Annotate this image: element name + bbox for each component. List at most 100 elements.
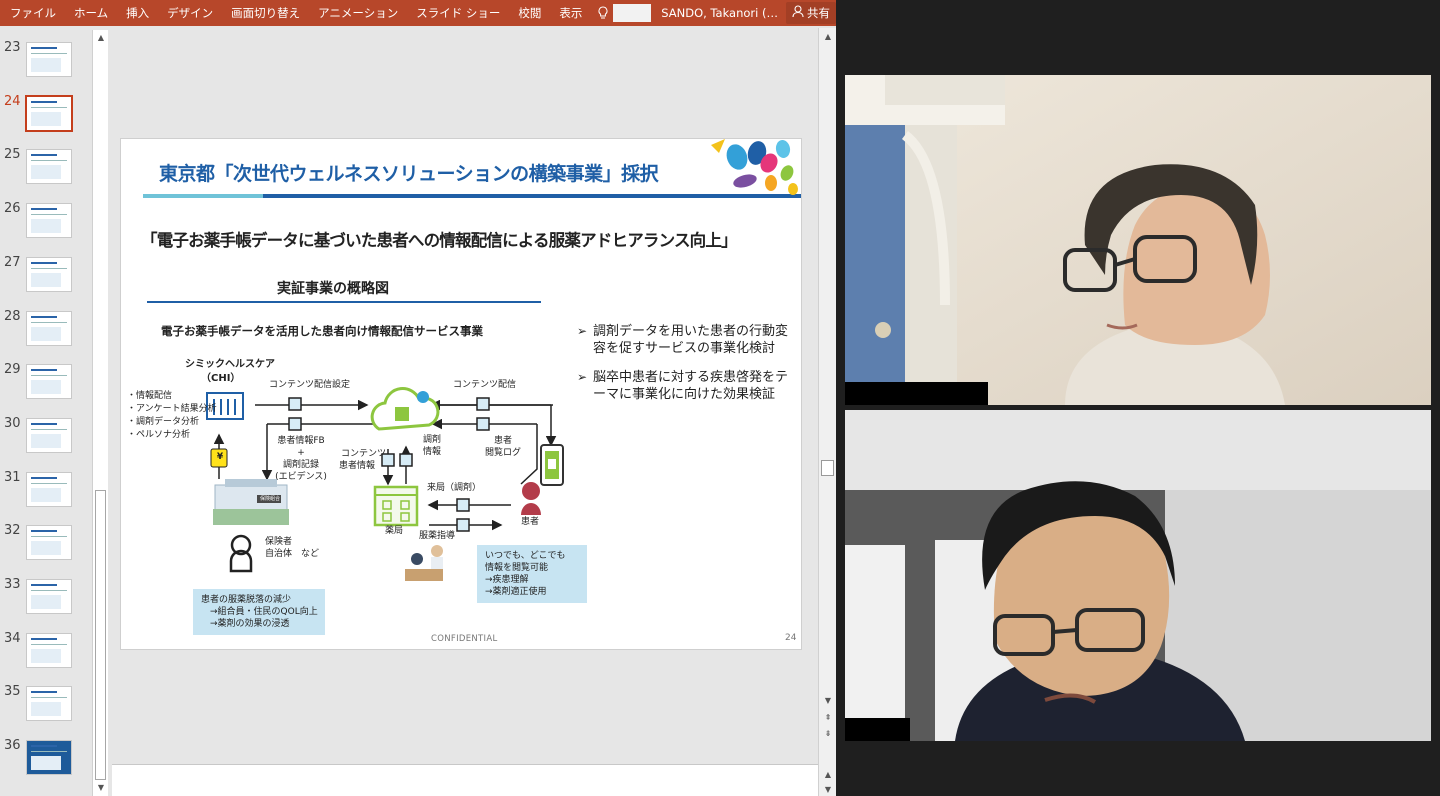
thumbnail-content-block (31, 745, 57, 748)
dispensing-label: 調剤 (423, 435, 442, 445)
share-button[interactable]: 共有 (786, 2, 836, 24)
thumbnail-content-block (31, 433, 61, 448)
slide-thumbnail-26[interactable]: 26 (0, 201, 92, 241)
tab-home[interactable]: ホーム (65, 5, 117, 21)
thumbnail-content-block (31, 321, 67, 323)
slide-thumbnail-preview[interactable] (26, 364, 72, 400)
slide-thumbnail-preview[interactable] (26, 149, 72, 185)
thumbnail-content-block (31, 476, 57, 479)
editor-scroll-handle[interactable] (821, 460, 834, 476)
participant-video-top[interactable] (845, 75, 1431, 405)
previous-slide-icon[interactable]: ⇞ (821, 712, 835, 724)
next-slide-icon[interactable]: ⇟ (821, 728, 835, 740)
person-icon (229, 534, 253, 573)
content-setting-label: コンテンツ配信設定 (269, 380, 351, 390)
slide-thumbnail-preview[interactable] (26, 471, 72, 507)
participant-top-feed (845, 75, 1431, 405)
participant-video-bottom[interactable] (845, 410, 1431, 741)
tell-me-search-box[interactable] (613, 4, 652, 22)
tab-transitions[interactable]: 画面切り替え (222, 5, 309, 21)
thumbnail-content-block (31, 691, 57, 694)
slide-thumbnail-preview[interactable] (26, 740, 72, 776)
slide-thumbnail-36[interactable]: 36 (0, 738, 92, 778)
data-packet-icon (476, 417, 490, 431)
tab-design[interactable]: デザイン (158, 5, 222, 21)
thumbnail-scroll-handle[interactable] (95, 490, 106, 780)
scroll-up-arrow-icon[interactable]: ▲ (821, 769, 835, 781)
patient-info-label: 患者情報 (339, 461, 376, 471)
slide-thumbnail-number: 26 (4, 201, 21, 217)
tab-view[interactable]: 表示 (550, 5, 591, 21)
slide-thumbnail-33[interactable]: 33 (0, 577, 92, 617)
slide-thumbnail-number: 25 (4, 147, 21, 163)
slide-thumbnail-23[interactable]: 23 (0, 40, 92, 80)
slide-thumbnail-29[interactable]: 29 (0, 362, 92, 402)
slide-thumbnail-preview[interactable] (26, 686, 72, 722)
participant-name-bar (845, 382, 988, 405)
scroll-down-arrow-icon[interactable]: ▼ (821, 784, 835, 796)
slide-thumbnail-preview[interactable] (26, 579, 72, 614)
slide-thumbnail-preview[interactable] (25, 94, 73, 132)
view-log-label: 閲覧ログ (484, 448, 521, 458)
thumbnail-content-block (31, 47, 57, 49)
thumbnail-content-block (31, 369, 57, 372)
tab-review[interactable]: 校閲 (509, 5, 550, 21)
ribbon-tab-bar: ファイル ホーム 挿入 デザイン 画面切り替え アニメーション スライド ショー… (0, 0, 836, 26)
patient-pin-icon (521, 482, 541, 515)
scroll-up-arrow-icon[interactable]: ▲ (94, 32, 108, 44)
thumbnail-scrollbar[interactable]: ▲ ▼ (92, 30, 108, 796)
data-packet-icon (456, 498, 470, 512)
scroll-up-arrow-icon[interactable]: ▲ (821, 31, 835, 43)
tab-file[interactable]: ファイル (0, 5, 65, 21)
thumbnail-content-block (31, 53, 67, 54)
thumbnail-content-block (31, 267, 67, 269)
thumbnail-content-block (31, 637, 57, 640)
content-delivery-label: コンテンツ配信 (453, 380, 517, 390)
slide-thumbnail-preview[interactable] (26, 525, 72, 561)
slide-thumbnail-preview[interactable] (26, 203, 72, 239)
slide-thumbnail-32[interactable]: 32 (0, 523, 92, 563)
thumbnail-content-block (31, 315, 57, 318)
current-slide[interactable]: 東京都「次世代ウェルネスソリューションの構築事業」採択 「電子お薬手帳データに基… (120, 138, 802, 650)
slide-thumbnail-preview[interactable] (26, 42, 72, 77)
slide-thumbnail-30[interactable]: 30 (0, 416, 92, 456)
scroll-down-arrow-icon[interactable]: ▼ (821, 695, 835, 707)
tab-animations[interactable]: アニメーション (309, 5, 407, 21)
thumbnail-content-block (31, 530, 57, 533)
pharmacist-consultation-illustration (405, 545, 443, 581)
lightbulb-icon[interactable] (597, 6, 609, 20)
thumbnail-content-block (31, 590, 67, 591)
scroll-down-arrow-icon[interactable]: ▼ (94, 782, 108, 794)
tab-slideshow[interactable]: スライド ショー (407, 5, 509, 21)
thumbnail-content-block (31, 648, 61, 663)
insurer-label: 保険者 (265, 537, 293, 547)
thumbnail-content-block (31, 751, 67, 753)
slide-thumbnail-preview[interactable] (26, 632, 72, 668)
slide-thumbnail-27[interactable]: 27 (0, 255, 92, 295)
patient-fb-label: 患者情報FB (277, 436, 325, 446)
slide-thumbnail-preview[interactable] (26, 417, 72, 453)
tab-insert[interactable]: 挿入 (117, 5, 158, 21)
slide-thumbnail-31[interactable]: 31 (0, 470, 92, 510)
thumbnail-content-block (31, 536, 67, 538)
slide-thumbnail-preview[interactable] (26, 310, 72, 346)
slide-thumbnail-28[interactable]: 28 (0, 309, 92, 349)
share-label: 共有 (807, 6, 830, 20)
slide-thumbnail-24[interactable]: 24 (0, 94, 92, 134)
patient-caption: 患者 (521, 517, 540, 527)
slide-thumbnail-35[interactable]: 35 (0, 684, 92, 724)
notes-pane[interactable] (112, 764, 818, 796)
data-packet-icon (456, 518, 470, 532)
thumbnail-content-block (31, 261, 57, 264)
slide-thumbnail-number: 34 (4, 630, 21, 646)
slide-thumbnail-25[interactable]: 25 (0, 147, 92, 187)
account-name[interactable]: SANDO, Takanori (… (661, 6, 778, 20)
thumbnail-content-block (31, 111, 61, 126)
editor-scrollbar[interactable]: ▲ ▼ ⇞ ⇟ ▲ ▼ (818, 28, 836, 796)
analysis-item: ・アンケート結果分析 (127, 404, 217, 414)
thumbnail-content-block (31, 422, 57, 425)
person-share-icon (792, 5, 804, 21)
pharmacy-building-icon (373, 485, 419, 527)
slide-thumbnail-preview[interactable] (26, 256, 72, 292)
slide-thumbnail-34[interactable]: 34 (0, 631, 92, 671)
